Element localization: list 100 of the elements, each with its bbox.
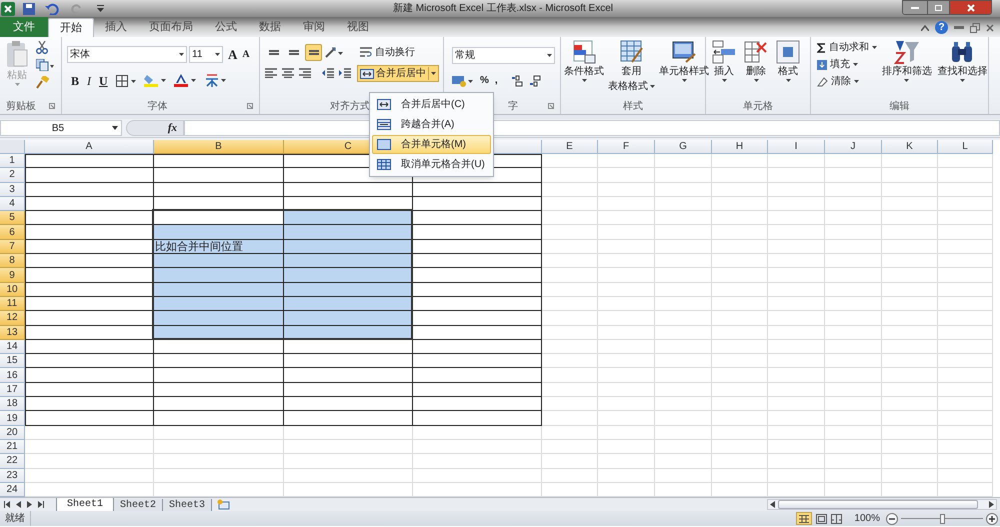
shrink-font-button[interactable]: A <box>242 47 250 62</box>
ribbon-tab[interactable]: 开始 <box>48 18 94 37</box>
font-size-field[interactable]: 11 <box>189 46 223 64</box>
column-header[interactable]: E <box>542 140 598 154</box>
italic-button[interactable]: I <box>87 72 92 90</box>
borders-icon[interactable] <box>116 74 136 86</box>
row-header[interactable]: 4 <box>0 196 25 212</box>
restore-icon[interactable] <box>970 22 980 32</box>
find-select-button[interactable]: 查找和选择 <box>936 40 988 99</box>
copy-icon[interactable] <box>36 59 54 71</box>
normal-view-button[interactable] <box>796 512 812 525</box>
align-center-icon[interactable] <box>282 68 294 78</box>
column-header[interactable]: G <box>655 140 712 154</box>
row-header[interactable]: 14 <box>0 340 25 354</box>
sheet-tab[interactable]: Sheet2 <box>114 498 164 512</box>
ribbon-tab[interactable]: 审阅 <box>292 18 336 37</box>
column-header[interactable]: F <box>598 140 655 154</box>
increase-indent-icon[interactable] <box>339 68 351 78</box>
ribbon-tab[interactable]: 页面布局 <box>138 18 204 37</box>
column-header[interactable]: A <box>25 140 154 154</box>
dialog-launcher-icon[interactable] <box>49 103 55 109</box>
row-header[interactable]: 10 <box>0 282 25 297</box>
row-header[interactable]: 2 <box>0 168 25 183</box>
help-button[interactable]: ? <box>935 21 948 34</box>
row-header[interactable]: 12 <box>0 311 25 326</box>
currency-icon[interactable] <box>452 74 474 86</box>
menu-item[interactable]: 合并后居中(C) <box>372 95 491 114</box>
row-header[interactable]: 19 <box>0 411 25 426</box>
previous-sheet-icon[interactable] <box>16 501 21 508</box>
row-header[interactable]: 3 <box>0 182 25 197</box>
decrease-decimal-icon[interactable] <box>530 74 542 86</box>
menu-item[interactable]: 跨越合并(A) <box>372 115 491 134</box>
wrap-text-button[interactable]: 自动换行 <box>357 44 439 60</box>
first-sheet-icon[interactable] <box>4 501 10 508</box>
ribbon-tab[interactable]: 插入 <box>94 18 138 37</box>
new-sheet-icon[interactable] <box>216 499 230 510</box>
underline-button[interactable]: U <box>99 72 108 90</box>
zoom-level[interactable]: 100% <box>854 511 880 526</box>
column-header[interactable]: J <box>825 140 882 154</box>
font-name-field[interactable]: 宋体 <box>67 46 187 64</box>
maximize-button[interactable] <box>927 1 949 14</box>
row-header[interactable]: 18 <box>0 397 25 412</box>
grow-font-button[interactable]: A <box>228 45 238 64</box>
ribbon-tab[interactable]: 公式 <box>204 18 248 37</box>
row-header[interactable]: 1 <box>0 154 25 168</box>
ribbon-tab[interactable]: 视图 <box>336 18 380 37</box>
scroll-left-icon[interactable] <box>768 500 778 509</box>
column-header[interactable]: I <box>768 140 825 154</box>
increase-decimal-icon[interactable] <box>512 74 524 86</box>
row-header[interactable]: 8 <box>0 254 25 268</box>
zoom-in-icon[interactable] <box>986 512 998 524</box>
fill-button[interactable]: 填充 <box>817 57 877 72</box>
delete-cells-button[interactable]: 删除 <box>744 40 768 99</box>
row-header[interactable]: 11 <box>0 296 25 312</box>
menu-item[interactable]: 取消单元格合并(U) <box>372 155 491 174</box>
row-header[interactable]: 9 <box>0 268 25 283</box>
scroll-thumb[interactable] <box>778 500 978 509</box>
name-box[interactable]: B5 <box>0 120 122 136</box>
file-tab[interactable]: 文件 <box>0 17 48 37</box>
horizontal-scrollbar[interactable] <box>767 499 997 510</box>
row-header[interactable]: 17 <box>0 382 25 398</box>
percent-button[interactable]: % <box>480 73 489 88</box>
row-header[interactable]: 20 <box>0 426 25 440</box>
row-header[interactable]: 7 <box>0 240 25 254</box>
collapse-ribbon-icon[interactable] <box>921 24 929 30</box>
clear-button[interactable]: 清除 <box>817 74 877 89</box>
fill-color-icon[interactable] <box>144 74 166 87</box>
customize-caret-icon[interactable] <box>97 4 104 12</box>
align-left-icon[interactable] <box>265 68 277 78</box>
conditional-format-button[interactable]: 条件格式 <box>564 40 604 99</box>
number-format-field[interactable]: 常规 <box>452 47 555 64</box>
menu-item[interactable]: 合并单元格(M) <box>372 135 491 154</box>
row-header[interactable]: 15 <box>0 354 25 368</box>
page-break-icon[interactable] <box>831 514 842 524</box>
undo-icon[interactable] <box>45 2 59 14</box>
row-header[interactable]: 23 <box>0 468 25 483</box>
format-as-table-button[interactable]: 套用 表格格式 <box>608 40 655 99</box>
column-header[interactable]: H <box>712 140 768 154</box>
insert-cells-button[interactable]: 插入 <box>712 40 736 99</box>
next-sheet-icon[interactable] <box>27 501 32 508</box>
row-header[interactable]: 5 <box>0 211 25 226</box>
minimize-icon[interactable] <box>954 26 964 30</box>
save-icon[interactable] <box>23 2 35 14</box>
row-header[interactable]: 6 <box>0 225 25 240</box>
autosum-button[interactable]: 自动求和 <box>817 40 877 55</box>
phonetic-icon[interactable] <box>204 74 226 87</box>
align-bottom-button[interactable] <box>305 44 322 61</box>
row-header[interactable]: 24 <box>0 482 25 497</box>
insert-function-button[interactable]: fx <box>168 120 177 136</box>
align-right-icon[interactable] <box>299 68 311 78</box>
column-header[interactable]: L <box>938 140 993 154</box>
sheet-tab[interactable]: Sheet3 <box>163 498 212 512</box>
orientation-icon[interactable] <box>325 46 343 58</box>
cell-styles-button[interactable]: 单元格样式 <box>659 40 709 99</box>
close-icon[interactable] <box>986 24 994 32</box>
column-header[interactable]: B <box>154 140 284 154</box>
ribbon-tab[interactable]: 数据 <box>248 18 292 37</box>
bold-button[interactable]: B <box>71 72 80 90</box>
last-sheet-icon[interactable] <box>38 501 44 508</box>
page-layout-icon[interactable] <box>816 514 828 524</box>
